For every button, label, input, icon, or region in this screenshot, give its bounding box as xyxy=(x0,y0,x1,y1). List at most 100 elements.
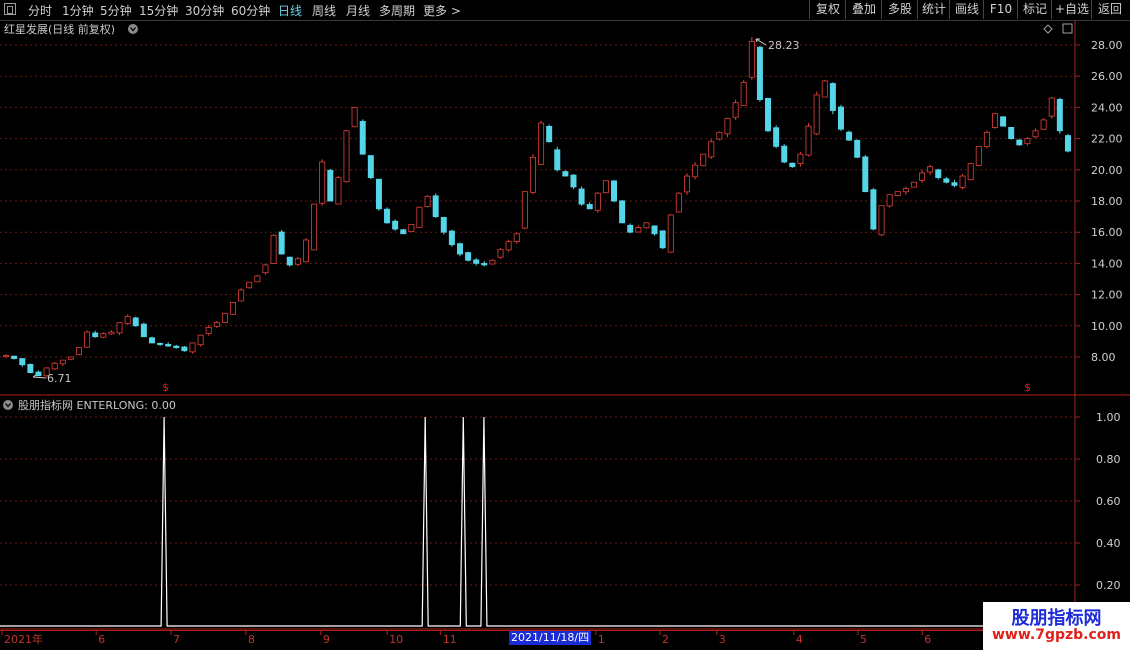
candle-body xyxy=(781,145,788,163)
overlay-button[interactable]: 叠加 xyxy=(845,0,882,19)
draw-line-button[interactable]: 画线 xyxy=(949,0,984,19)
candle-body xyxy=(140,323,147,338)
enterlong-line xyxy=(0,416,1072,627)
candle-body xyxy=(959,175,966,188)
signal-marker: $ xyxy=(1024,381,1031,394)
candle-body xyxy=(392,220,399,230)
period-15min[interactable]: 15分钟 xyxy=(139,2,178,19)
period-more[interactable]: 更多 > xyxy=(423,2,461,19)
candle-body xyxy=(157,342,164,345)
candle-body xyxy=(76,347,83,355)
candle-body xyxy=(286,256,293,266)
candle-body xyxy=(513,233,520,242)
candle-body xyxy=(343,130,350,183)
candle-body xyxy=(116,322,123,334)
candle-body xyxy=(505,241,512,251)
candle-body xyxy=(797,153,804,164)
chart-title: 红星发展(日线 前复权) xyxy=(4,22,115,36)
candle-body xyxy=(854,139,861,158)
price-tick-label: 28.00 xyxy=(1091,39,1123,52)
candle-body xyxy=(84,331,91,348)
candle-body xyxy=(756,46,763,101)
candle-body xyxy=(327,169,334,202)
price-grid xyxy=(0,44,1075,358)
candle-body xyxy=(910,181,917,188)
candle-body xyxy=(659,230,666,249)
candle-body xyxy=(148,337,155,344)
period-60min[interactable]: 60分钟 xyxy=(231,2,270,19)
candle-body xyxy=(692,164,699,178)
candle-body xyxy=(3,355,10,358)
date-label: 2 xyxy=(662,633,669,646)
candle-body xyxy=(619,200,626,224)
price-tick-label: 24.00 xyxy=(1091,101,1123,114)
candle-body xyxy=(546,125,553,143)
candle-body xyxy=(27,363,34,373)
candle-body xyxy=(67,356,74,360)
candle-body xyxy=(1048,97,1055,117)
indicator-tick-label: 1.00 xyxy=(1096,411,1121,424)
candle-body xyxy=(975,146,982,166)
price-tick-label: 22.00 xyxy=(1091,133,1123,146)
date-label: 5 xyxy=(860,633,867,646)
candle-body xyxy=(1056,98,1063,132)
candle-body xyxy=(205,326,212,334)
toolbar: 分时 1分钟 5分钟 15分钟 30分钟 60分钟 日线 周线 月线 多周期 更… xyxy=(0,0,1130,21)
back-button[interactable]: 返回 xyxy=(1091,0,1128,19)
candle-body xyxy=(59,359,66,365)
date-label: 7 xyxy=(173,633,180,646)
candle-body xyxy=(951,182,958,186)
square-icon[interactable] xyxy=(1062,23,1073,34)
stats-button[interactable]: 统计 xyxy=(917,0,950,19)
candle-body xyxy=(230,301,237,315)
fuquan-button[interactable]: 复权 xyxy=(809,0,846,19)
multi-stock-button[interactable]: 多股 xyxy=(881,0,918,19)
candle-body xyxy=(602,180,609,194)
candle-body xyxy=(1040,119,1047,130)
price-chart[interactable]: 28.00 26.00 24.00 22.00 20.00 18.00 16.00 14.00… xyxy=(0,21,1130,396)
candle-body xyxy=(473,259,480,264)
candle-body xyxy=(262,264,269,274)
candle-body xyxy=(375,178,382,210)
candle-body xyxy=(586,204,593,210)
period-fenshi[interactable]: 分时 xyxy=(28,2,52,19)
candle-body xyxy=(529,156,536,193)
period-daily[interactable]: 日线 xyxy=(278,2,302,19)
indicator-chart[interactable]: 1.00 0.80 0.60 0.40 0.20 股朋指标网 ENTERLONG: 0.… xyxy=(0,396,1130,630)
date-label: 10 xyxy=(389,633,403,646)
add-favorite-button[interactable]: +自选 xyxy=(1051,0,1092,19)
period-1min[interactable]: 1分钟 xyxy=(62,2,94,19)
price-ticks-group: 28.00 26.00 24.00 22.00 20.00 18.00 16.00 14.00… xyxy=(1075,39,1123,364)
period-30min[interactable]: 30分钟 xyxy=(185,2,224,19)
candle-body xyxy=(700,153,707,167)
period-5min[interactable]: 5分钟 xyxy=(100,2,132,19)
diamond-icon[interactable] xyxy=(1043,24,1053,34)
period-multi[interactable]: 多周期 xyxy=(379,2,415,19)
candle-body xyxy=(886,194,893,207)
candle-body xyxy=(554,149,561,171)
watermark-url: www.7gpzb.com xyxy=(991,627,1121,643)
candle-body xyxy=(294,258,301,265)
candle-body xyxy=(919,172,926,181)
candle-body xyxy=(92,332,99,338)
mark-button[interactable]: 标记 xyxy=(1017,0,1052,19)
candle-body xyxy=(675,192,682,213)
candle-body xyxy=(367,155,374,179)
menu-icon[interactable] xyxy=(4,3,16,15)
indicator-tick-label: 0.80 xyxy=(1096,453,1121,466)
candle-body xyxy=(246,281,253,289)
candle-body xyxy=(829,83,836,111)
candle-body xyxy=(724,117,731,135)
candle-body xyxy=(440,216,447,233)
period-monthly[interactable]: 月线 xyxy=(346,2,370,19)
indicator-tick-label: 0.40 xyxy=(1096,537,1121,550)
f10-button[interactable]: F10 xyxy=(983,0,1018,19)
candle-body xyxy=(983,131,990,147)
candle-body xyxy=(108,331,115,335)
date-label: 6 xyxy=(98,633,105,646)
indicator-options-icon[interactable] xyxy=(3,400,13,410)
period-weekly[interactable]: 周线 xyxy=(312,2,336,19)
date-label: 2021年 xyxy=(4,632,43,646)
chart-options-icon[interactable] xyxy=(128,24,138,34)
candle-body xyxy=(1016,139,1023,146)
